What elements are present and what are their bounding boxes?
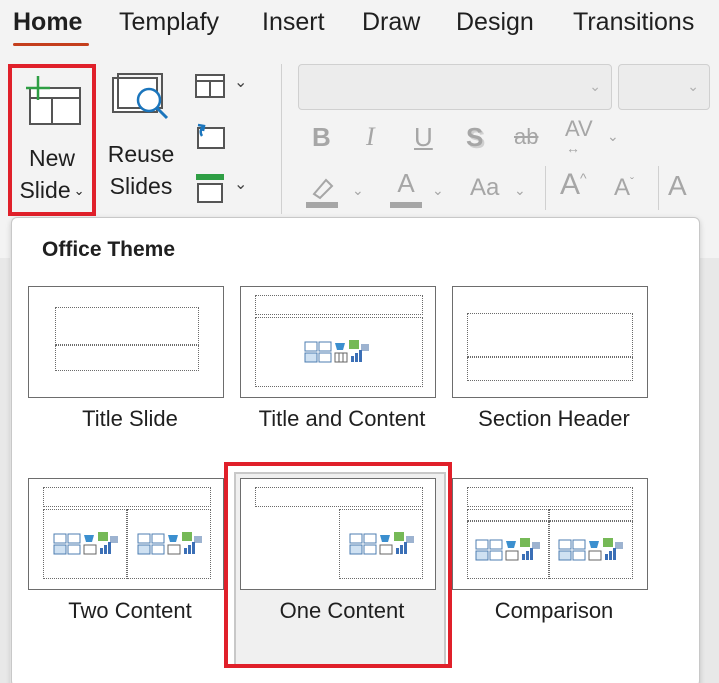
slide-pane-edge: [0, 258, 10, 683]
layout-label: Title and Content: [258, 406, 426, 431]
ribbon-tabs: Home Templafy Insert Draw Design Transit…: [0, 0, 719, 54]
layout-label: Two Content: [68, 598, 192, 623]
tab-insert[interactable]: Insert: [262, 8, 325, 37]
increase-font-size-icon[interactable]: A^: [560, 168, 587, 202]
font-color-icon[interactable]: A: [392, 168, 420, 199]
reuse-slides-button[interactable]: Reuse Slides: [104, 68, 178, 208]
chevron-down-icon: ⌄: [687, 78, 699, 94]
font-size-combo[interactable]: ⌄: [618, 64, 710, 110]
content-icons: [475, 538, 540, 561]
clear-formatting-icon[interactable]: A: [668, 170, 687, 202]
strikethrough-icon[interactable]: ab: [514, 124, 538, 150]
bold-icon[interactable]: B: [312, 122, 331, 153]
slide-canvas-edge: [700, 258, 719, 683]
content-icons: [53, 532, 118, 555]
layout-button[interactable]: ⌄: [194, 72, 254, 106]
layout-comparison[interactable]: Comparison: [448, 474, 660, 670]
layout-thumbnail: [452, 478, 648, 590]
layout-title-and-content[interactable]: Title and Content: [236, 282, 448, 478]
layout-title-slide[interactable]: Title Slide: [24, 282, 236, 478]
font-name-combo[interactable]: ⌄: [298, 64, 612, 110]
tab-design[interactable]: Design: [456, 8, 534, 37]
layout-two-content[interactable]: Two Content: [24, 474, 236, 670]
content-icons: [137, 532, 202, 555]
layout-label: Comparison: [494, 598, 614, 623]
layout-gallery: Office Theme Title Slide Title and Conte…: [11, 217, 700, 683]
shadow-icon[interactable]: S: [466, 122, 483, 153]
chevron-down-icon: ⌄: [432, 182, 444, 198]
reuse-slides-label-2: Slides: [109, 173, 173, 199]
chevron-down-icon: ⌄: [607, 128, 619, 144]
chevron-down-icon: ⌄: [589, 78, 601, 94]
decrease-font-size-icon[interactable]: Aˇ: [614, 174, 634, 202]
layout-thumbnail: [240, 286, 436, 398]
layout-label: Section Header: [478, 406, 630, 431]
spacing-arrows-icon: ↔: [566, 140, 580, 156]
section-button[interactable]: ⌄: [194, 172, 254, 208]
tab-draw[interactable]: Draw: [362, 8, 420, 37]
change-case-icon[interactable]: Aa: [470, 174, 499, 202]
layout-thumbnail: [28, 286, 224, 398]
new-slide-label-2: Slide ⌄: [19, 177, 85, 203]
layout-thumbnail: [452, 286, 648, 398]
layout-thumbnail: [28, 478, 224, 590]
layout-label: Title Slide: [82, 406, 178, 431]
chevron-down-icon: ⌄: [352, 182, 364, 198]
chevron-down-icon: ⌄: [234, 74, 248, 91]
reuse-slides-icon: [112, 73, 169, 120]
underline-icon[interactable]: U: [414, 122, 433, 153]
highlighter-icon[interactable]: [306, 174, 338, 208]
content-icons: [558, 538, 623, 561]
active-tab-indicator: [13, 43, 89, 46]
reuse-slides-label-1: Reuse: [107, 141, 175, 167]
ribbon-divider: [281, 64, 282, 214]
new-slide-icon: [26, 76, 81, 125]
reset-button[interactable]: [194, 122, 234, 156]
chevron-down-icon: ⌄: [73, 183, 85, 198]
chevron-down-icon: ⌄: [514, 182, 526, 198]
content-icons: [304, 340, 369, 363]
character-spacing-icon[interactable]: AV: [565, 116, 593, 142]
section-icon: [196, 174, 224, 203]
font-color-bar: [390, 202, 422, 208]
new-slide-button[interactable]: New Slide ⌄: [8, 64, 96, 216]
tab-templafy[interactable]: Templafy: [119, 8, 219, 37]
chevron-down-icon: ⌄: [234, 176, 248, 193]
ribbon-divider: [658, 166, 659, 210]
italic-icon[interactable]: I: [366, 122, 375, 152]
selection-highlight: [224, 462, 452, 668]
layout-section-header[interactable]: Section Header: [448, 282, 660, 478]
ribbon: New Slide⌄ Reuse Slides ⌄ ⌄ ⌄ ⌄ B I U S: [0, 54, 719, 224]
layout-icon: [195, 74, 225, 98]
gallery-title: Office Theme: [42, 238, 176, 261]
ribbon-divider: [545, 166, 546, 210]
tab-transitions[interactable]: Transitions: [573, 8, 694, 37]
new-slide-label-1: New: [28, 145, 75, 171]
reset-icon: [197, 123, 225, 149]
tab-home[interactable]: Home: [13, 8, 82, 37]
